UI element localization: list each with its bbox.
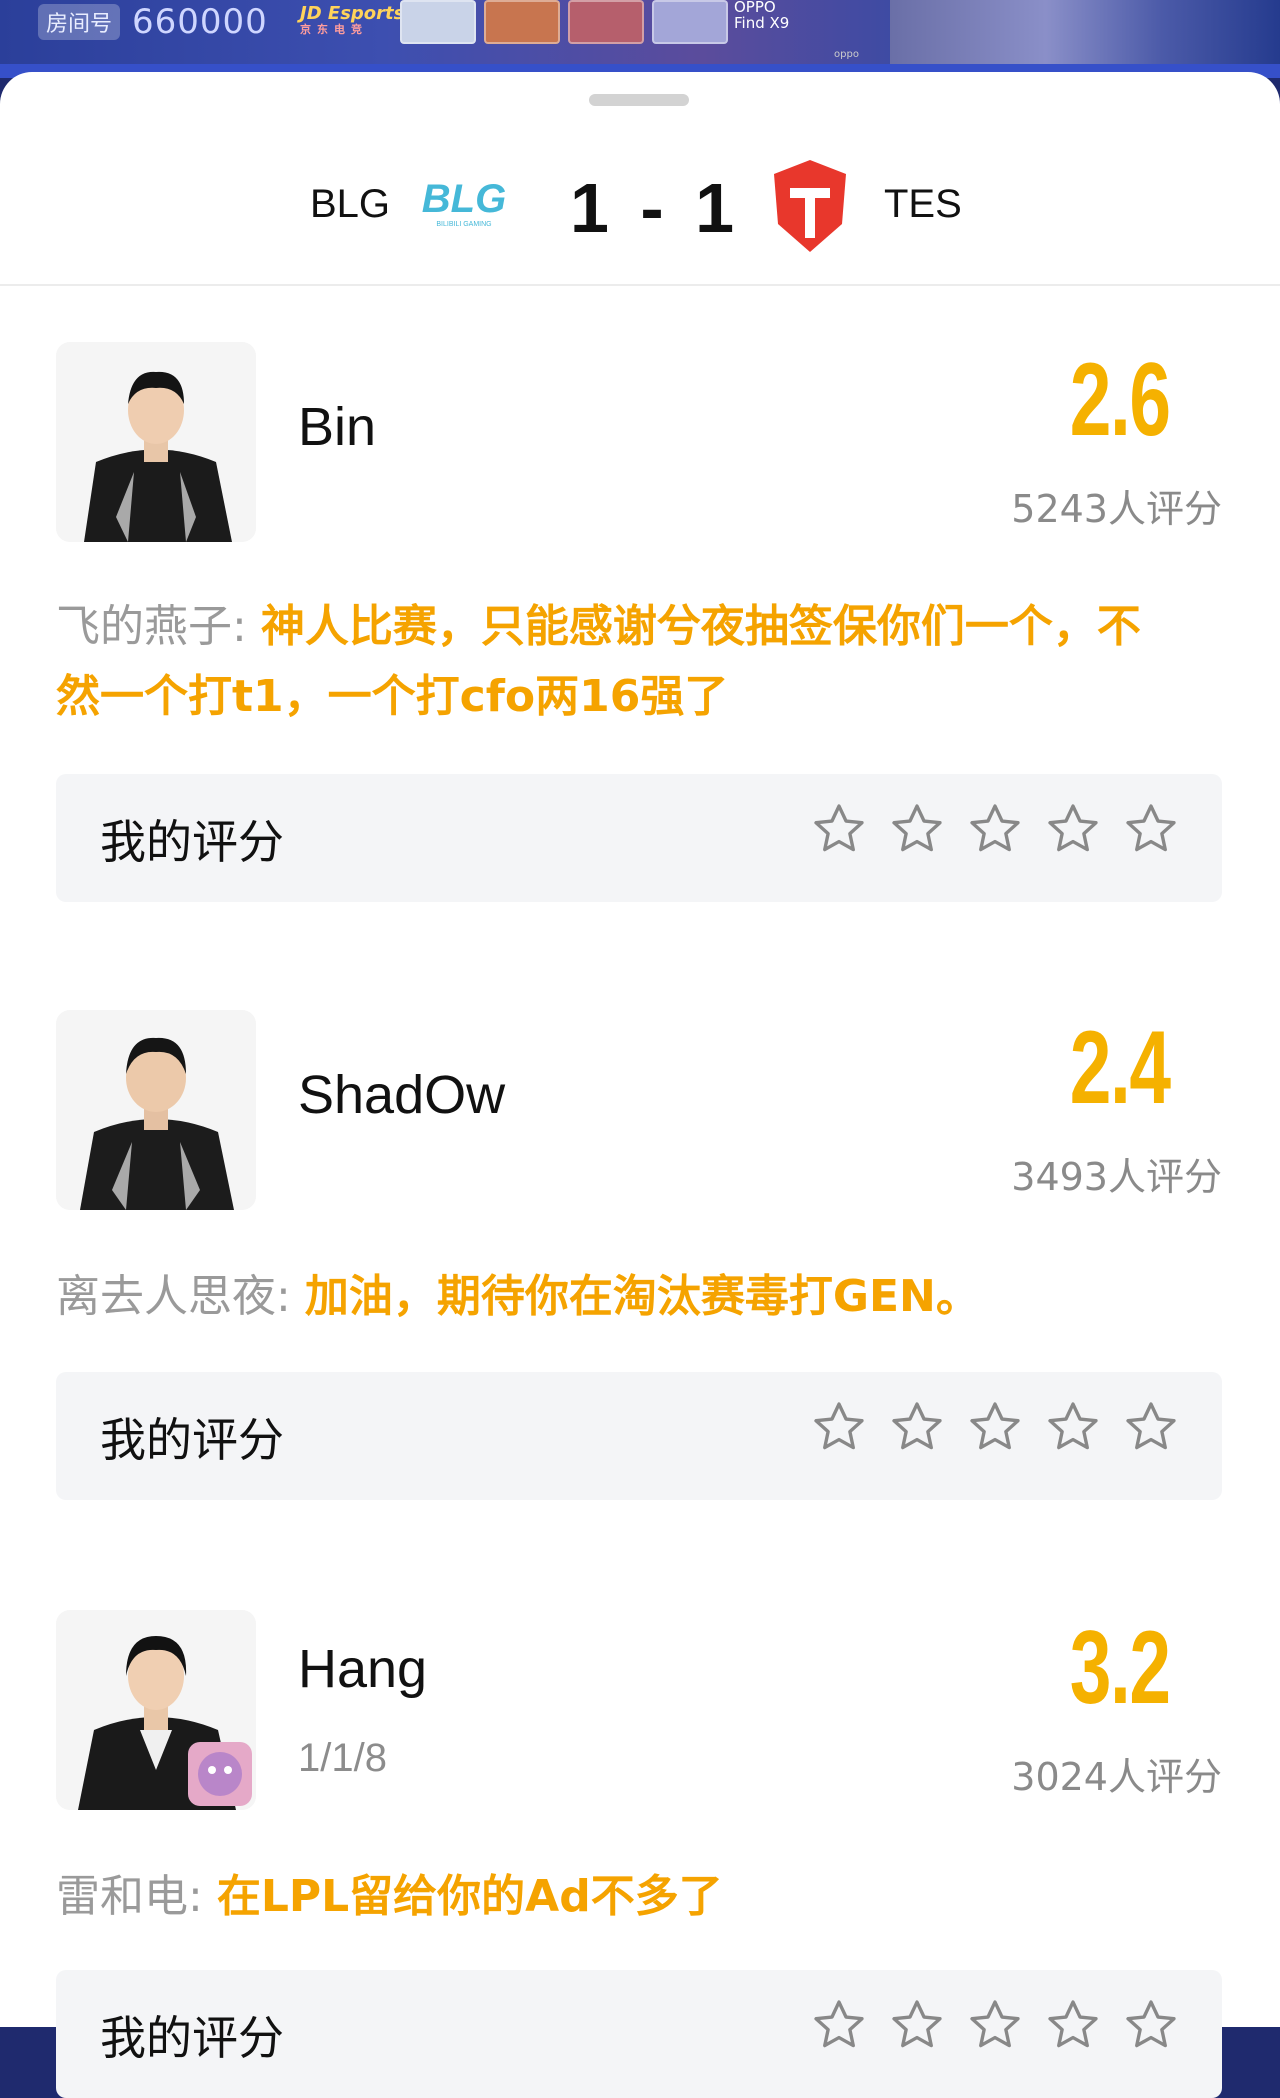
star-outline-icon[interactable] (810, 1398, 868, 1456)
comment-user: 雷和电: (56, 1871, 203, 1922)
player-rating: 3.2 (1070, 1610, 1171, 1726)
comment-user: 离去人思夜: (56, 1271, 291, 1322)
comment-user: 飞的燕子: (56, 601, 247, 652)
my-rating-label: 我的评分 (100, 1413, 284, 1467)
my-rating-label: 我的评分 (100, 2011, 284, 2065)
tes-logo-icon (774, 160, 846, 252)
stream-thumbnails (400, 0, 728, 44)
room-tag: 房间号 660000 (38, 2, 268, 42)
star-outline-icon[interactable] (888, 1996, 946, 2054)
room-number: 660000 (132, 2, 268, 42)
comment-text: 在LPL留给你的Ad不多了 (216, 1871, 723, 1922)
phone-ad-brand: oppo (834, 48, 859, 60)
star-rating (810, 800, 1180, 858)
star-outline-icon[interactable] (888, 800, 946, 858)
featured-comment: 飞的燕子: 神人比赛，只能感谢兮夜抽签保你们一个，不然一个打t1，一个打cfo两… (56, 592, 1156, 732)
player-avatar (56, 342, 256, 542)
player-rating: 2.4 (1070, 1010, 1171, 1126)
player-photo-icon (56, 1010, 256, 1210)
star-outline-icon[interactable] (1122, 800, 1180, 858)
featured-comment: 雷和电: 在LPL留给你的Ad不多了 (56, 1862, 1156, 1932)
video-strip[interactable]: 房间号 660000 JD Esports 京东电竞 OPPO Find X9 … (0, 0, 1280, 78)
featured-comment: 离去人思夜: 加油，期待你在淘汰赛毒打GEN。 (56, 1262, 1156, 1332)
match-score: 1 - 1 (570, 169, 741, 247)
star-outline-icon[interactable] (966, 1996, 1024, 2054)
room-label: 房间号 (38, 4, 121, 40)
star-rating (810, 1398, 1180, 1456)
phone-ad-line2: Find X9 (734, 13, 790, 32)
svg-text:BILIBILI GAMING: BILIBILI GAMING (436, 221, 491, 228)
star-outline-icon[interactable] (966, 800, 1024, 858)
star-outline-icon[interactable] (888, 1398, 946, 1456)
sponsor-sub: 京东电竞 (300, 22, 368, 36)
rating-sheet: BLG BLG BILIBILI GAMING 1 - 1 TES Bin 2.… (0, 72, 1280, 2098)
thumbnail (400, 0, 476, 44)
drag-handle[interactable] (589, 94, 689, 106)
team1-name: BLG (310, 182, 391, 226)
player-name: Bin (298, 397, 377, 457)
my-rating-bar: 我的评分 (56, 1372, 1222, 1500)
thumbnail (484, 0, 560, 44)
star-outline-icon[interactable] (1122, 1996, 1180, 2054)
my-rating-bar: 我的评分 (56, 774, 1222, 902)
star-outline-icon[interactable] (810, 800, 868, 858)
rating-count: 3024人评分 (1011, 1755, 1222, 1799)
star-outline-icon[interactable] (1044, 1996, 1102, 2054)
player-kda: 1/1/8 (298, 1736, 387, 1780)
phone-ad: OPPO Find X9 oppo (734, 0, 859, 60)
my-rating-label: 我的评分 (100, 815, 284, 869)
star-outline-icon[interactable] (966, 1398, 1024, 1456)
player-avatar (56, 1610, 256, 1810)
svg-text:BLG: BLG (422, 177, 506, 221)
comment-text: 加油，期待你在淘汰赛毒打GEN。 (304, 1271, 980, 1322)
team2-name: TES (884, 182, 962, 226)
rating-count: 3493人评分 (1011, 1155, 1222, 1199)
player-name: Hang (298, 1639, 428, 1699)
star-outline-icon[interactable] (1044, 1398, 1102, 1456)
thumbnail (568, 0, 644, 44)
sponsor-logo: JD Esports 京东电竞 (300, 4, 404, 36)
player-name: ShadOw (298, 1065, 506, 1125)
player-photo-icon (56, 342, 256, 542)
star-outline-icon[interactable] (1122, 1398, 1180, 1456)
blg-logo-icon: BLG BILIBILI GAMING (422, 177, 506, 228)
video-background (890, 0, 1280, 64)
sponsor-name: JD Esports (300, 3, 405, 24)
my-rating-bar: 我的评分 (56, 1970, 1222, 2098)
rating-count: 5243人评分 (1011, 487, 1222, 531)
star-outline-icon[interactable] (810, 1996, 868, 2054)
star-outline-icon[interactable] (1044, 800, 1102, 858)
player-rating: 2.6 (1070, 342, 1171, 458)
thumbnail (652, 0, 728, 44)
match-header: BLG BLG BILIBILI GAMING 1 - 1 TES (0, 132, 1280, 286)
player-photo-icon (56, 1610, 256, 1810)
player-avatar (56, 1010, 256, 1210)
star-rating (810, 1996, 1180, 2054)
